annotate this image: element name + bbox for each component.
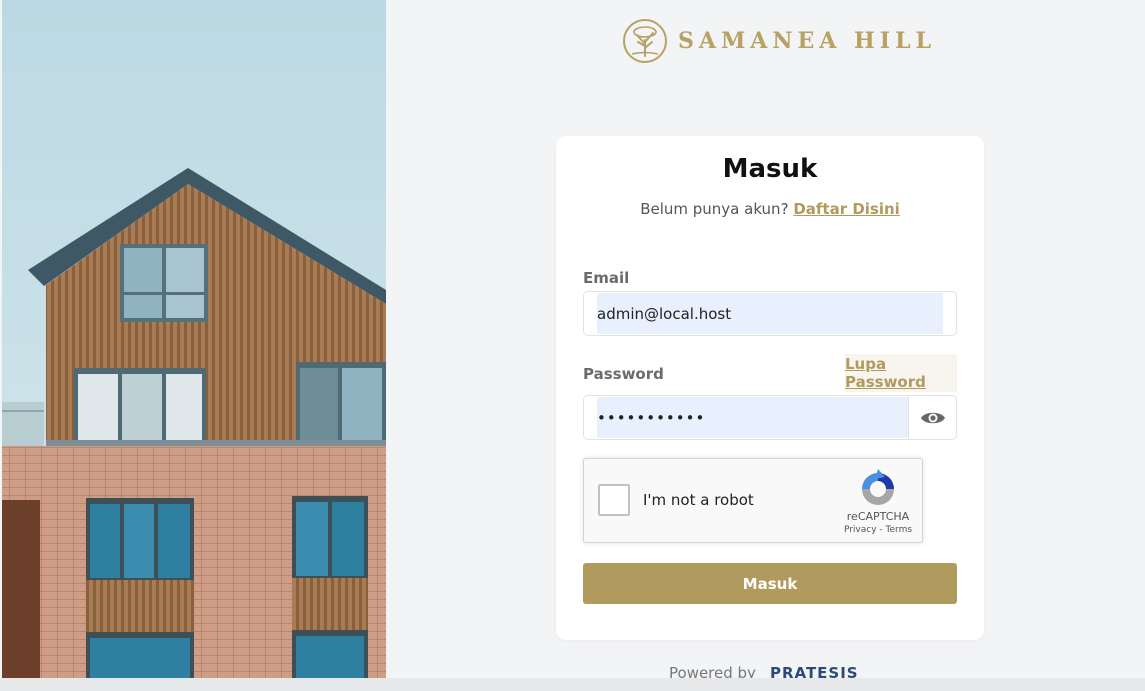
recaptcha-logo-icon (862, 469, 894, 505)
tree-icon (623, 19, 667, 63)
email-field-wrapper (583, 291, 957, 336)
building-illustration (2, 0, 386, 678)
brand-name: SAMANEA HILL (678, 28, 936, 54)
bottom-strip (0, 678, 1145, 691)
recaptcha-label: I'm not a robot (643, 491, 754, 509)
recaptcha-separator: - (876, 525, 886, 535)
register-link[interactable]: Daftar Disini (793, 200, 900, 218)
login-panel: SAMANEA HILL Masuk Belum punya akun? Daf… (386, 0, 1145, 682)
recaptcha-privacy-link[interactable]: Privacy (844, 525, 877, 535)
brand-logo: SAMANEA HILL (622, 18, 936, 64)
hero-building-image (2, 0, 386, 678)
forgot-password-link[interactable]: Lupa Password (845, 354, 957, 392)
password-input[interactable] (597, 397, 909, 438)
login-submit-button[interactable]: Masuk (583, 563, 957, 604)
recaptcha-brand: reCAPTCHA (846, 510, 910, 523)
recaptcha-terms-link[interactable]: Terms (886, 525, 913, 535)
password-label: Password (583, 365, 664, 383)
show-password-button[interactable] (908, 396, 956, 439)
login-card: Masuk Belum punya akun? Daftar Disini Em… (556, 136, 984, 640)
recaptcha-widget: I'm not a robot reCAPTCHA Privacy - Term… (583, 458, 923, 543)
email-label: Email (583, 269, 630, 287)
login-title: Masuk (722, 154, 818, 184)
email-input[interactable] (597, 293, 943, 334)
eye-icon (920, 412, 945, 423)
password-field-wrapper (583, 395, 957, 440)
recaptcha-checkbox[interactable] (598, 484, 630, 516)
register-prompt-text: Belum punya akun? (640, 200, 789, 218)
recaptcha-links: Privacy - Terms (824, 525, 932, 535)
register-prompt: Belum punya akun? Daftar Disini (556, 200, 984, 218)
